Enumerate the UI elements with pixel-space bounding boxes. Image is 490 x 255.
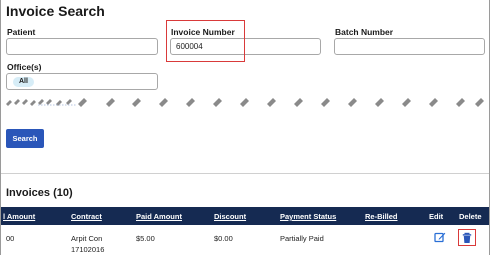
invoices-table-header: l Amount Contract Paid Amount Discount P…: [1, 207, 489, 225]
cell-payment-status: Partially Paid: [280, 234, 324, 243]
patient-label: Patient: [7, 27, 36, 37]
column-header-discount[interactable]: Discount: [214, 212, 246, 221]
cell-contract-number: 17102016: [71, 245, 105, 254]
column-header-delete: Delete: [459, 212, 482, 221]
invoices-title: Invoices (10): [6, 187, 73, 199]
section-divider: [1, 173, 489, 174]
page-title: Invoice Search: [6, 3, 105, 19]
edit-icon[interactable]: [434, 231, 446, 243]
batch-number-label: Batch Number: [335, 27, 394, 37]
cell-discount: $0.00: [214, 234, 233, 243]
column-header-paid-amount[interactable]: Paid Amount: [136, 212, 182, 221]
invoice-number-highlight: [166, 20, 245, 62]
office-chip-all[interactable]: All: [13, 77, 34, 87]
column-header-re-billed[interactable]: Re-Billed: [365, 212, 398, 221]
trash-icon[interactable]: [461, 232, 473, 244]
offices-label: Office(s): [7, 62, 42, 72]
cell-contract-name: Arpit Con: [71, 234, 103, 243]
column-header-contract[interactable]: Contract: [71, 212, 102, 221]
patient-input[interactable]: [6, 38, 158, 55]
cell-paid-amount: $5.00: [136, 234, 155, 243]
batch-number-input[interactable]: [334, 38, 485, 55]
column-header-payment-status[interactable]: Payment Status: [280, 212, 336, 221]
column-header-edit: Edit: [429, 212, 444, 221]
cut-edge-divider: [6, 98, 484, 107]
offices-select[interactable]: All: [6, 73, 158, 90]
column-header-amount[interactable]: l Amount: [3, 212, 35, 221]
cell-amount: 00: [6, 234, 15, 243]
search-button[interactable]: Search: [6, 129, 44, 148]
